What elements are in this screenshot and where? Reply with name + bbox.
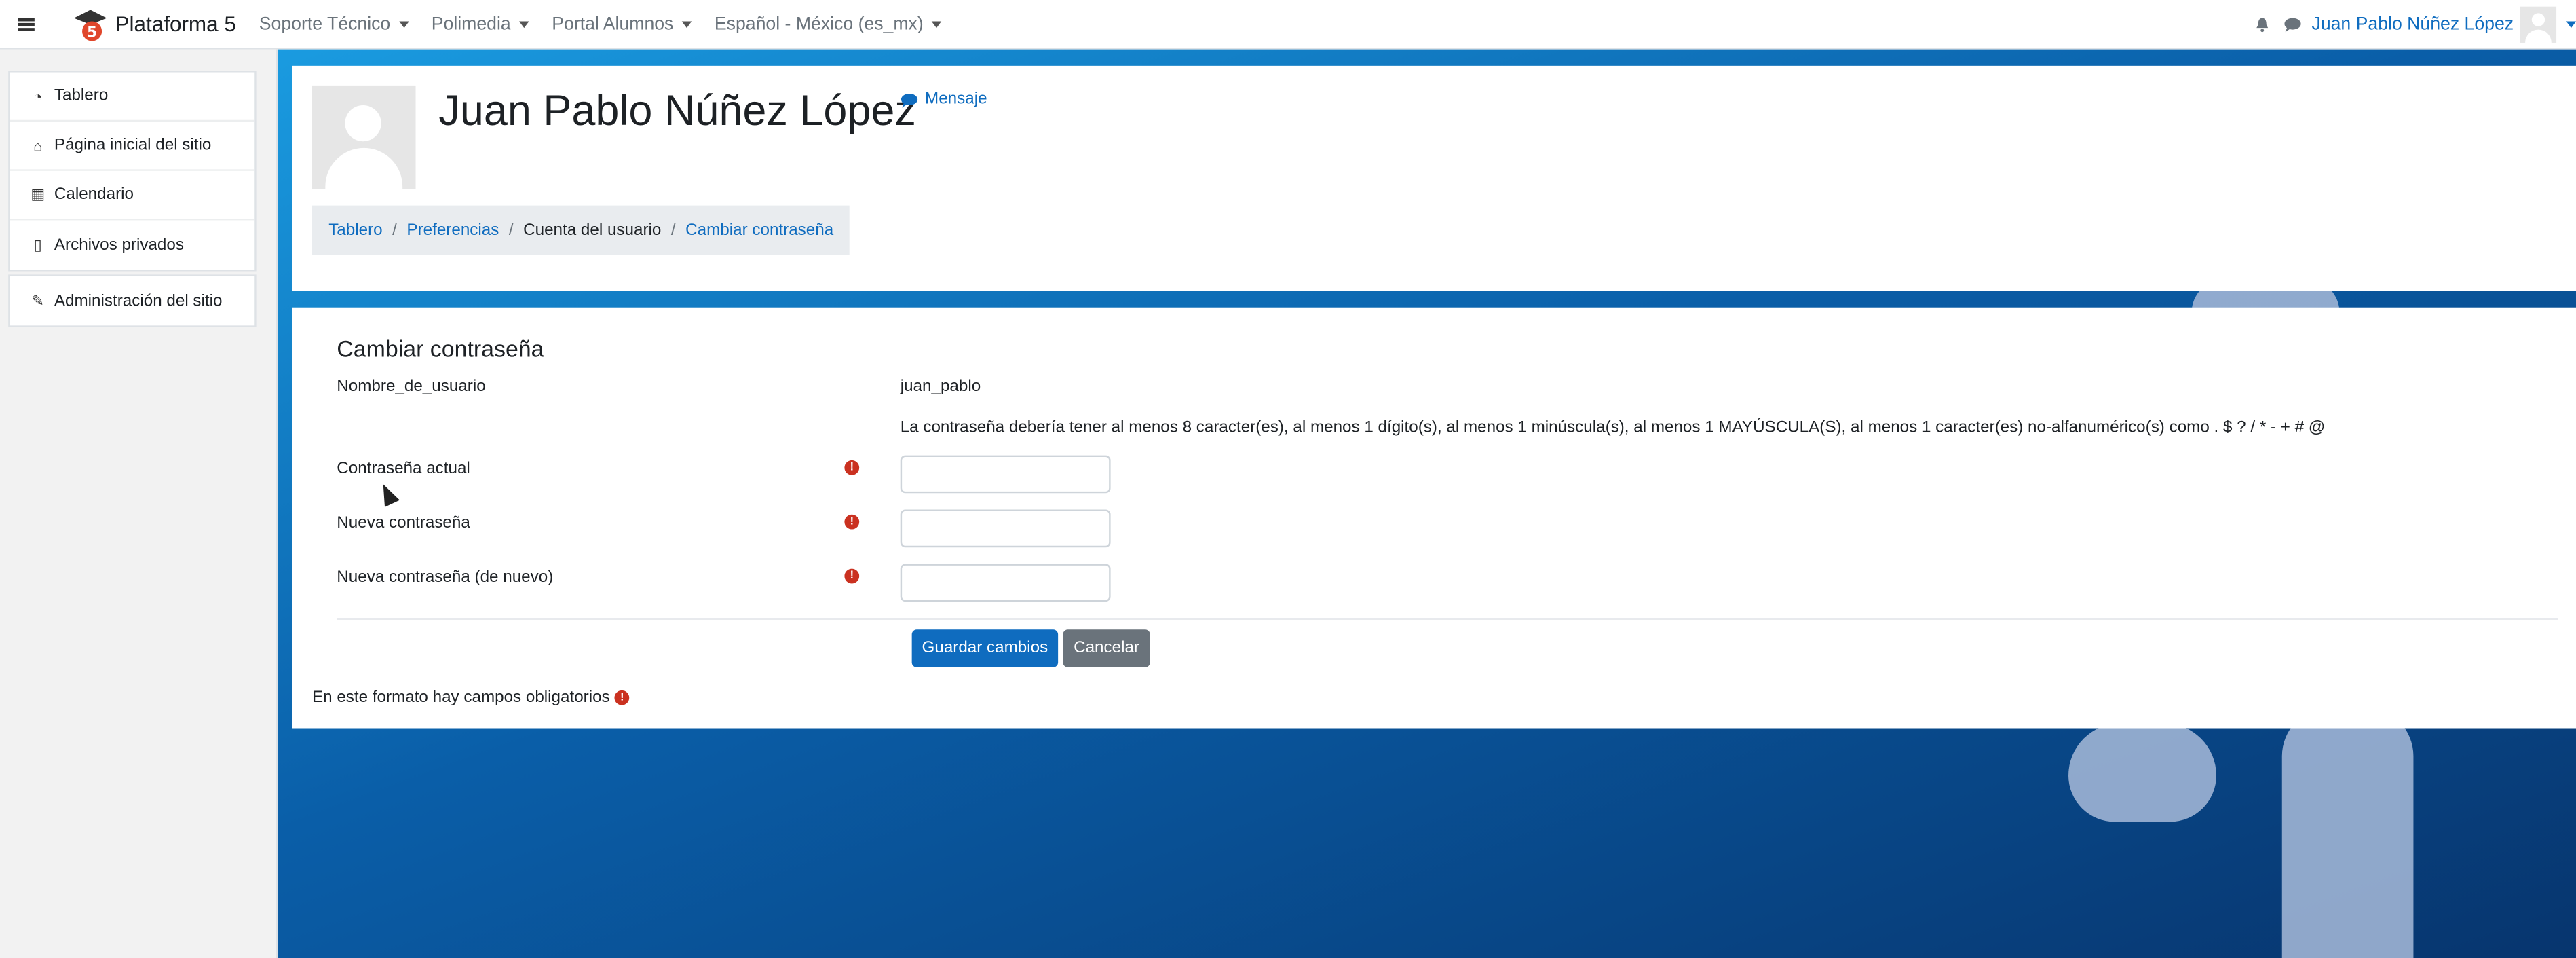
change-password-form: Cambiar contraseña Nombre_de_usuario jua… xyxy=(292,307,2576,729)
breadcrumb-cuenta: Cuenta del usuario xyxy=(523,221,662,240)
password-policy-text: La contraseña debería tener al menos 8 c… xyxy=(900,419,2326,437)
brand-name: Plataforma 5 xyxy=(115,11,236,37)
message-link-label: Mensaje xyxy=(925,90,987,109)
current-password-label: Contraseña actual xyxy=(337,460,470,479)
breadcrumb-separator: / xyxy=(508,221,514,240)
bell-icon[interactable] xyxy=(2254,16,2271,33)
breadcrumb-separator: / xyxy=(392,221,397,240)
new-password-input[interactable] xyxy=(900,509,1111,548)
calendar-icon: ▦ xyxy=(31,185,45,202)
home-icon: ⌂ xyxy=(33,137,43,154)
comment-icon[interactable] xyxy=(2284,16,2302,33)
background-decoration xyxy=(2281,707,2414,958)
sidebar-item-administracion[interactable]: ✎ Administración del sitio xyxy=(10,276,255,326)
chevron-down-icon xyxy=(398,20,409,27)
logo-icon: 5 xyxy=(73,9,107,41)
sidebar: ◔ Tablero ⌂ Página inicial del sitio ▦ C… xyxy=(0,49,278,958)
chevron-down-icon[interactable] xyxy=(2566,21,2576,29)
sidebar-item-label: Administración del sitio xyxy=(54,291,223,310)
username-label: Nombre_de_usuario xyxy=(337,377,486,397)
chevron-down-icon xyxy=(518,20,529,27)
menu-label: Polimedia xyxy=(431,14,511,34)
message-link[interactable]: Mensaje xyxy=(901,90,987,109)
background-decoration xyxy=(2068,723,2216,822)
sidebar-item-calendario[interactable]: ▦ Calendario xyxy=(10,171,255,221)
svg-text:5: 5 xyxy=(87,23,97,40)
sidebar-item-label: Calendario xyxy=(54,185,134,204)
menu-portal-alumnos[interactable]: Portal Alumnos xyxy=(552,14,692,34)
user-menu-name[interactable]: Juan Pablo Núñez López xyxy=(2311,15,2514,35)
required-note-text: En este formato hay campos obligatorios xyxy=(311,688,610,707)
breadcrumb-separator: / xyxy=(670,221,676,240)
page-header: Juan Pablo Núñez López Mensaje Tablero /… xyxy=(292,65,2576,291)
sidebar-admin-group: ✎ Administración del sitio xyxy=(8,274,257,327)
top-navbar: 5 Plataforma 5 Soporte Técnico Polimedia… xyxy=(0,0,2576,50)
required-icon: ! xyxy=(614,690,630,705)
sidebar-item-label: Tablero xyxy=(54,87,109,105)
form-title: Cambiar contraseña xyxy=(337,335,544,362)
avatar[interactable] xyxy=(311,85,416,189)
sidebar-item-label: Página inicial del sitio xyxy=(54,136,212,155)
menu-toggle-button[interactable] xyxy=(0,0,52,48)
required-fields-note: En este formato hay campos obligatorios … xyxy=(312,688,630,707)
avatar[interactable] xyxy=(2520,6,2557,43)
chevron-down-icon xyxy=(931,20,942,27)
sidebar-item-pagina-inicial[interactable]: ⌂ Página inicial del sitio xyxy=(10,122,255,171)
breadcrumb-cambiar-contrasena[interactable]: Cambiar contraseña xyxy=(685,221,833,240)
sidebar-item-label: Archivos privados xyxy=(54,236,184,255)
menu-label: Soporte Técnico xyxy=(259,14,391,34)
sidebar-item-tablero[interactable]: ◔ Tablero xyxy=(10,73,255,122)
new-password-again-input[interactable] xyxy=(900,564,1111,602)
sidebar-nav-group: ◔ Tablero ⌂ Página inicial del sitio ▦ C… xyxy=(8,71,257,272)
form-divider xyxy=(337,618,2558,620)
new-password-again-label: Nueva contraseña (de nuevo) xyxy=(337,568,554,587)
chevron-down-icon xyxy=(681,20,692,27)
hamburger-icon xyxy=(18,17,35,31)
required-icon: ! xyxy=(844,568,860,584)
required-icon: ! xyxy=(844,460,860,475)
menu-label: Español - México (es_mx) xyxy=(714,14,924,34)
comment-icon xyxy=(901,92,918,107)
breadcrumb-preferencias[interactable]: Preferencias xyxy=(406,221,499,240)
username-value: juan_pablo xyxy=(900,377,981,397)
page-title: Juan Pablo Núñez López xyxy=(438,85,916,135)
breadcrumb-tablero[interactable]: Tablero xyxy=(328,221,382,240)
cancel-button[interactable]: Cancelar xyxy=(1063,629,1150,667)
file-icon: ▯ xyxy=(33,236,42,253)
language-menu[interactable]: Español - México (es_mx) xyxy=(714,14,942,34)
breadcrumb: Tablero / Preferencias / Cuenta del usua… xyxy=(311,205,850,255)
dashboard-icon: ◔ xyxy=(33,88,43,105)
current-password-input[interactable] xyxy=(900,455,1111,494)
menu-polimedia[interactable]: Polimedia xyxy=(432,14,529,34)
sidebar-item-archivos-privados[interactable]: ▯ Archivos privados xyxy=(10,220,255,270)
wrench-icon: ✎ xyxy=(31,291,44,308)
menu-label: Portal Alumnos xyxy=(552,14,674,34)
site-brand[interactable]: 5 Plataforma 5 xyxy=(73,5,236,41)
new-password-label: Nueva contraseña xyxy=(337,514,470,533)
required-icon: ! xyxy=(844,514,860,530)
menu-soporte[interactable]: Soporte Técnico xyxy=(259,14,409,34)
save-button[interactable]: Guardar cambios xyxy=(911,629,1059,667)
